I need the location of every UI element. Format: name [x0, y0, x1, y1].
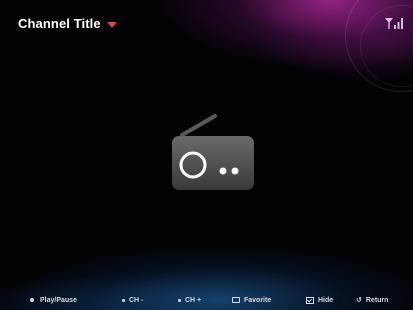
title-bar: Channel Title: [18, 16, 117, 31]
favorite-button[interactable]: Favorite: [232, 290, 271, 310]
favorite-icon: [232, 297, 240, 303]
channel-up-button[interactable]: CH +: [178, 290, 201, 310]
hide-button[interactable]: Hide: [306, 290, 333, 310]
return-icon: ↺: [356, 296, 362, 304]
radio-icon: [172, 114, 254, 190]
channel-title: Channel Title: [18, 16, 101, 31]
hide-label: Hide: [318, 296, 334, 304]
channel-up-icon: [178, 298, 181, 302]
hide-icon: [306, 296, 314, 304]
play-pause-button[interactable]: Play/Pause: [30, 290, 77, 310]
return-label: Return: [365, 296, 389, 304]
channel-up-label: CH +: [185, 296, 202, 304]
control-bar: Play/Pause CH - CH + Favorite Hide ↺ Ret…: [0, 290, 413, 310]
play-pause-label: Play/Pause: [40, 296, 77, 304]
signal-strength-icon: [385, 18, 403, 29]
return-button[interactable]: ↺ Return: [356, 290, 388, 310]
channel-down-icon: [122, 298, 125, 302]
radio-player-screen: Channel Title Play/Pause CH - CH + Favor…: [0, 0, 413, 310]
channel-down-label: CH -: [129, 296, 144, 304]
play-pause-icon: [30, 298, 34, 302]
channel-down-button[interactable]: CH -: [122, 290, 143, 310]
favorite-label: Favorite: [244, 296, 272, 304]
chevron-down-icon[interactable]: [106, 21, 117, 28]
